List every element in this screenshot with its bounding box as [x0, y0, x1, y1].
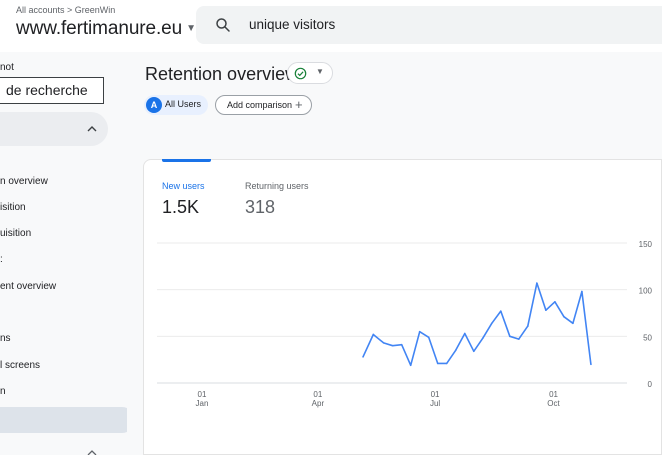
- add-comparison-button[interactable]: Add comparison +: [215, 95, 312, 115]
- report-status-dropdown[interactable]: ▼: [287, 62, 333, 84]
- data-point: [554, 301, 556, 303]
- data-point: [536, 282, 538, 284]
- top-bar: All accounts > GreenWin www.fertimanure.…: [0, 0, 662, 52]
- data-point: [527, 325, 529, 327]
- sidebar-item[interactable]: n: [0, 386, 6, 397]
- search-icon: [216, 18, 230, 32]
- new-users-line-chart: 05010015001Jan01Apr01Jul01Oct: [157, 240, 653, 408]
- property-name: www.fertimanure.eu: [16, 18, 183, 39]
- x-tick-day-label: 01: [549, 390, 558, 399]
- data-point: [563, 315, 565, 318]
- data-point: [509, 335, 511, 338]
- all-users-chip[interactable]: A All Users: [144, 95, 208, 115]
- data-point: [362, 356, 364, 358]
- data-point: [545, 309, 547, 311]
- sidebar-item[interactable]: ns: [0, 333, 11, 344]
- all-users-label: All Users: [165, 99, 202, 109]
- data-point: [481, 337, 484, 339]
- metric-value-returning-users: 318: [245, 197, 276, 217]
- caret-down-icon: ▼: [316, 67, 324, 76]
- data-point: [382, 342, 385, 344]
- data-point: [590, 363, 592, 366]
- chevron-up-icon: [87, 126, 97, 132]
- sidebar-item-active[interactable]: [0, 407, 127, 433]
- sidebar-item[interactable]: uisition: [0, 228, 31, 239]
- data-point: [391, 344, 394, 347]
- x-tick-month-label: Jul: [430, 399, 440, 408]
- data-point: [572, 322, 574, 325]
- metric-tab-new-users[interactable]: New users: [162, 181, 205, 191]
- sidebar-item[interactable]: l screens: [0, 360, 40, 371]
- data-point: [500, 310, 502, 312]
- plus-icon: +: [295, 97, 303, 112]
- x-tick-day-label: 01: [198, 390, 207, 399]
- x-tick-day-label: 01: [431, 390, 440, 399]
- data-point: [427, 336, 430, 339]
- series-line: [362, 282, 592, 367]
- x-tick-month-label: Oct: [547, 399, 560, 408]
- data-point: [436, 362, 439, 365]
- avatar: A: [146, 97, 162, 113]
- x-tick-day-label: 01: [313, 390, 322, 399]
- data-point: [472, 350, 475, 353]
- x-tick-month-label: Apr: [312, 399, 325, 408]
- breadcrumb[interactable]: All accounts > GreenWin: [16, 5, 115, 15]
- data-point: [454, 349, 457, 352]
- data-point: [372, 333, 375, 336]
- property-selector[interactable]: www.fertimanure.eu ▼: [16, 18, 196, 40]
- sidebar-search-input[interactable]: de recherche: [0, 77, 104, 104]
- y-tick-label: 0: [648, 380, 653, 389]
- active-tab-indicator: [162, 159, 211, 162]
- sidebar-top-label: not: [0, 62, 14, 73]
- sidebar-item[interactable]: n overview: [0, 176, 48, 187]
- data-point: [445, 362, 448, 365]
- sidebar-item[interactable]: :: [0, 254, 3, 265]
- caret-down-icon: ▼: [186, 23, 196, 34]
- x-tick-month-label: Jan: [196, 399, 209, 408]
- data-point: [400, 343, 403, 346]
- check-circle-icon: [294, 67, 307, 80]
- y-tick-label: 150: [639, 240, 653, 249]
- sidebar-section-toggle[interactable]: [0, 112, 108, 146]
- add-comparison-label: Add comparison: [227, 100, 293, 110]
- metric-tab-returning-users[interactable]: Returning users: [245, 181, 309, 191]
- sidebar-item[interactable]: isition: [0, 202, 26, 213]
- page-title: Retention overview: [145, 64, 299, 84]
- search-bar[interactable]: unique visitors: [196, 6, 662, 44]
- data-point: [581, 290, 583, 293]
- data-point: [518, 338, 520, 340]
- data-point: [409, 364, 412, 367]
- search-input[interactable]: unique visitors: [249, 17, 335, 32]
- metric-value-new-users: 1.5K: [162, 197, 200, 217]
- y-tick-label: 50: [643, 333, 652, 342]
- sidebar: not de recherche n overview isition uisi…: [0, 52, 127, 455]
- sidebar-item[interactable]: ent overview: [0, 281, 56, 292]
- data-point: [490, 322, 493, 325]
- chevron-up-icon[interactable]: [86, 448, 98, 455]
- y-tick-label: 100: [639, 287, 653, 296]
- data-point: [463, 332, 466, 335]
- data-point: [418, 330, 421, 333]
